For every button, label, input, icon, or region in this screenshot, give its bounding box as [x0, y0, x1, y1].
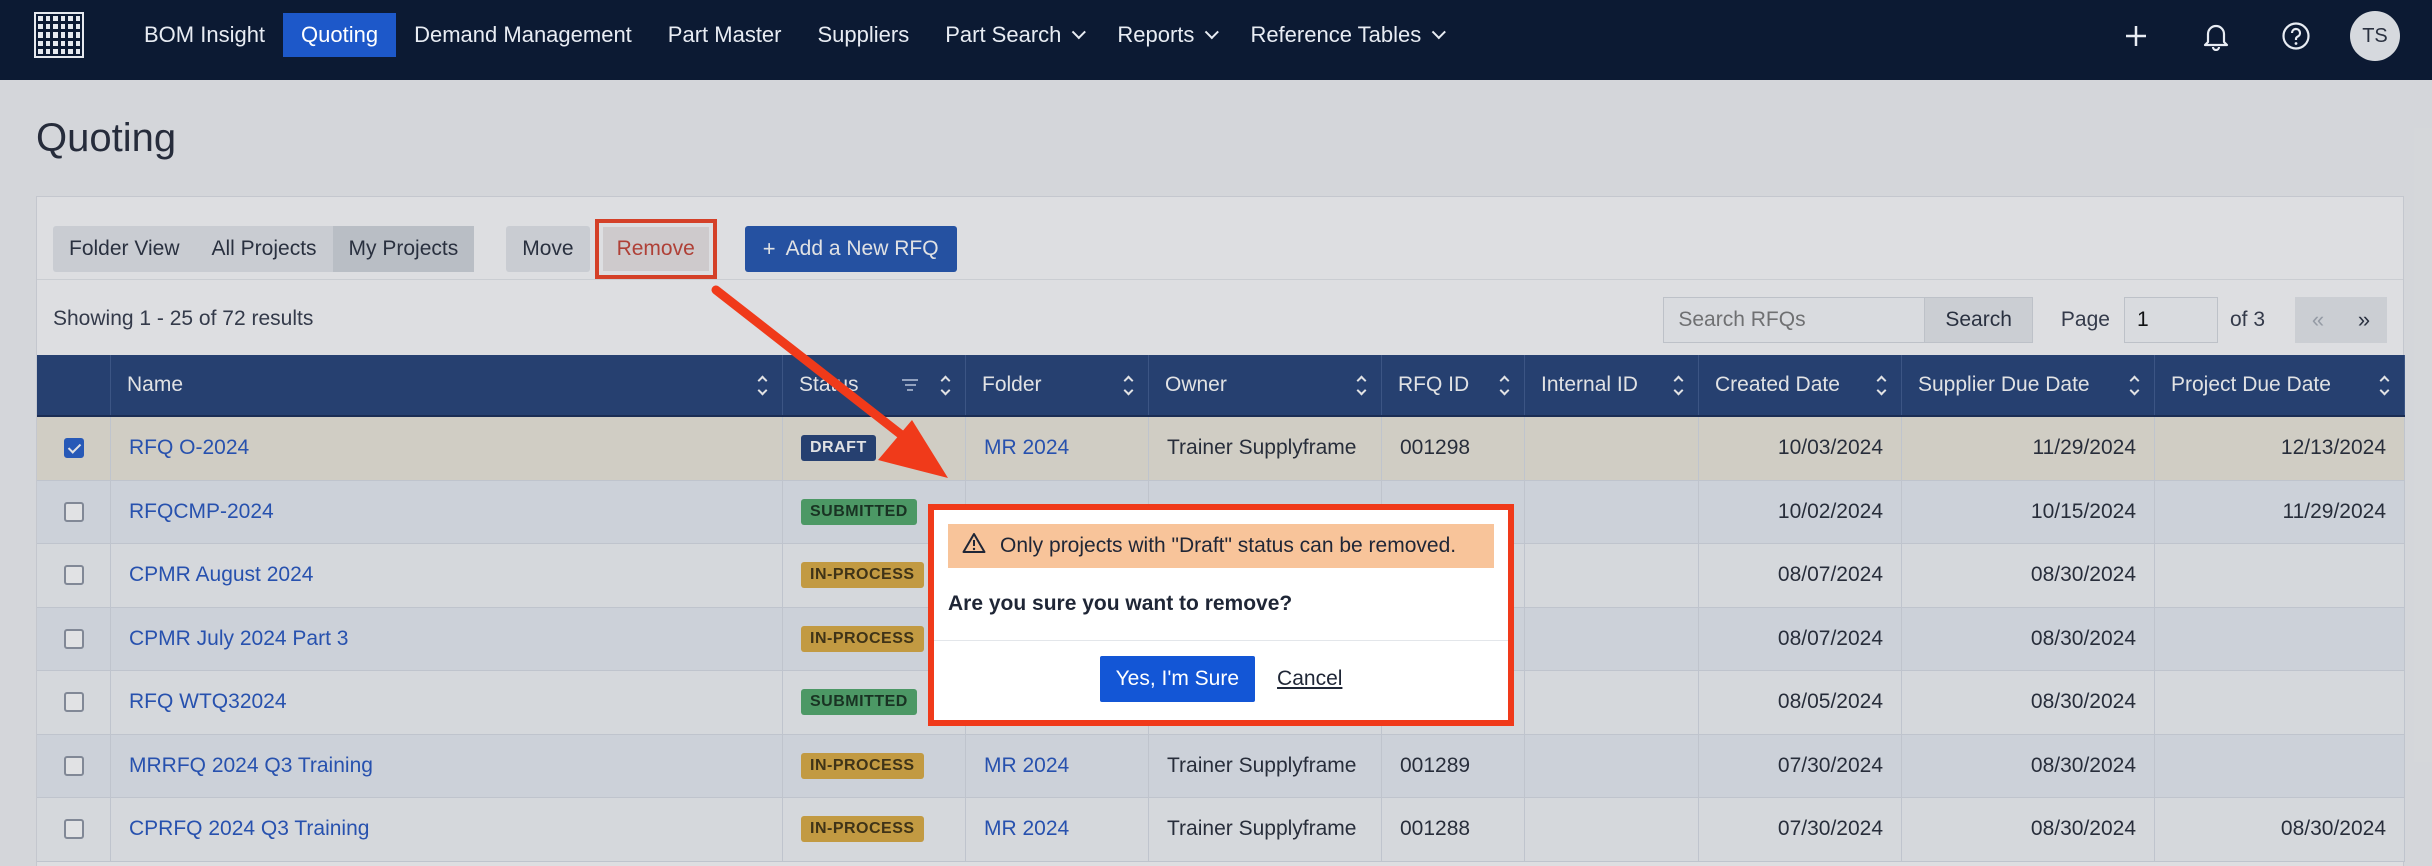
dialog-actions: Yes, I'm Sure Cancel — [934, 656, 1508, 702]
confirm-remove-button[interactable]: Yes, I'm Sure — [1099, 656, 1256, 702]
warning-text: Only projects with "Draft" status can be… — [1000, 534, 1457, 557]
warning-triangle-icon — [962, 532, 986, 560]
warning-banner: Only projects with "Draft" status can be… — [948, 524, 1494, 568]
remove-confirmation-dialog: Only projects with "Draft" status can be… — [928, 504, 1514, 726]
dialog-divider — [934, 640, 1508, 641]
confirmation-question: Are you sure you want to remove? — [948, 592, 1293, 615]
annotation-arrow — [711, 285, 948, 478]
cancel-link[interactable]: Cancel — [1277, 667, 1342, 691]
